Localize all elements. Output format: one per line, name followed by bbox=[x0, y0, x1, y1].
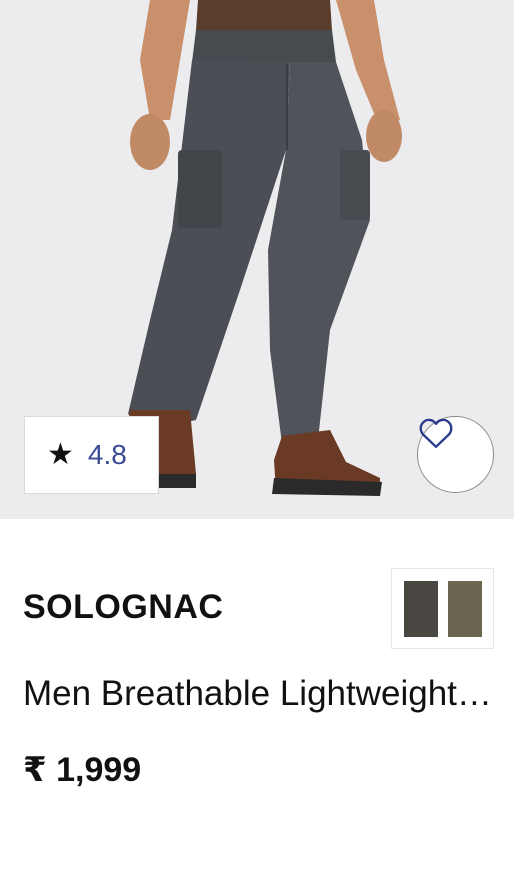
brand-name: SOLOGNAC bbox=[23, 588, 224, 626]
rating-badge: ★ 4.8 bbox=[24, 416, 159, 494]
color-swatches[interactable] bbox=[391, 568, 494, 649]
rating-value: 4.8 bbox=[87, 439, 127, 470]
color-swatch-dark[interactable] bbox=[403, 580, 438, 637]
color-swatch-olive[interactable] bbox=[447, 580, 482, 637]
product-image[interactable]: ★ 4.8 bbox=[0, 0, 514, 519]
wishlist-button[interactable] bbox=[417, 416, 494, 493]
product-price: ₹ 1,999 bbox=[23, 751, 142, 789]
product-title[interactable]: Men Breathable Lightweight Trekking Pant… bbox=[23, 674, 495, 714]
star-icon: ★ bbox=[47, 438, 74, 471]
heart-outline-icon bbox=[419, 418, 453, 448]
product-card[interactable]: ★ 4.8 SOLOGNAC Men Breathable Lightweigh… bbox=[0, 0, 514, 879]
